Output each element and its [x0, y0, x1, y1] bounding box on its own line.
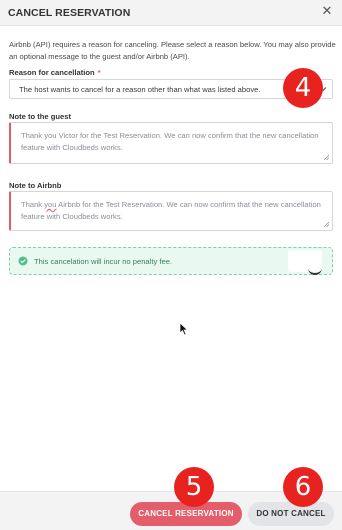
resize-grip-icon[interactable]: [323, 154, 329, 160]
callout-badge-6: 6: [283, 467, 323, 507]
note-airbnb-text: Thank you Airbnb for the Test Reservatio…: [21, 199, 321, 222]
note-airbnb-textarea[interactable]: Thank you Airbnb for the Test Reservatio…: [9, 191, 333, 231]
reason-label: Reason for cancellation *: [9, 68, 101, 77]
note-airbnb-text-start: Thank: [21, 200, 45, 209]
intro-text: Airbnb (API) requires a reason for cance…: [9, 40, 336, 61]
alert-message: This cancelation will incur no penalty f…: [34, 257, 173, 266]
close-icon[interactable]: ✕: [320, 3, 334, 19]
note-guest-textarea[interactable]: Thank you Victor for the Test Reservatio…: [9, 122, 333, 164]
cancel-reservation-modal: CANCEL RESERVATION ✕ Airbnb (API) requir…: [0, 0, 342, 530]
note-guest-text: Thank you Victor for the Test Reservatio…: [21, 131, 319, 152]
no-penalty-alert: This cancelation will incur no penalty f…: [9, 247, 333, 275]
misspelled-word: you: [44, 200, 57, 209]
modal-header: CANCEL RESERVATION ✕: [0, 0, 342, 26]
mouse-cursor-icon: [179, 322, 189, 336]
resize-grip-icon[interactable]: [323, 221, 329, 227]
note-guest-label: Note to the guest: [9, 112, 72, 121]
reason-selected-value: The host wants to cancel for a reason ot…: [19, 85, 261, 94]
required-marker: *: [97, 68, 101, 77]
note-airbnb-label: Note to Airbnb: [9, 181, 62, 190]
reason-label-text: Reason for cancellation: [9, 68, 95, 77]
check-circle-icon: [18, 256, 28, 266]
alert-mark: [308, 263, 322, 275]
callout-badge-5: 5: [174, 467, 214, 507]
note-airbnb-text-end: Airbnb for the Test Reservation. We can …: [21, 200, 321, 221]
do-not-cancel-button[interactable]: DO NOT CANCEL: [248, 502, 334, 526]
callout-badge-4: 4: [283, 68, 323, 108]
modal-title: CANCEL RESERVATION: [8, 7, 131, 19]
